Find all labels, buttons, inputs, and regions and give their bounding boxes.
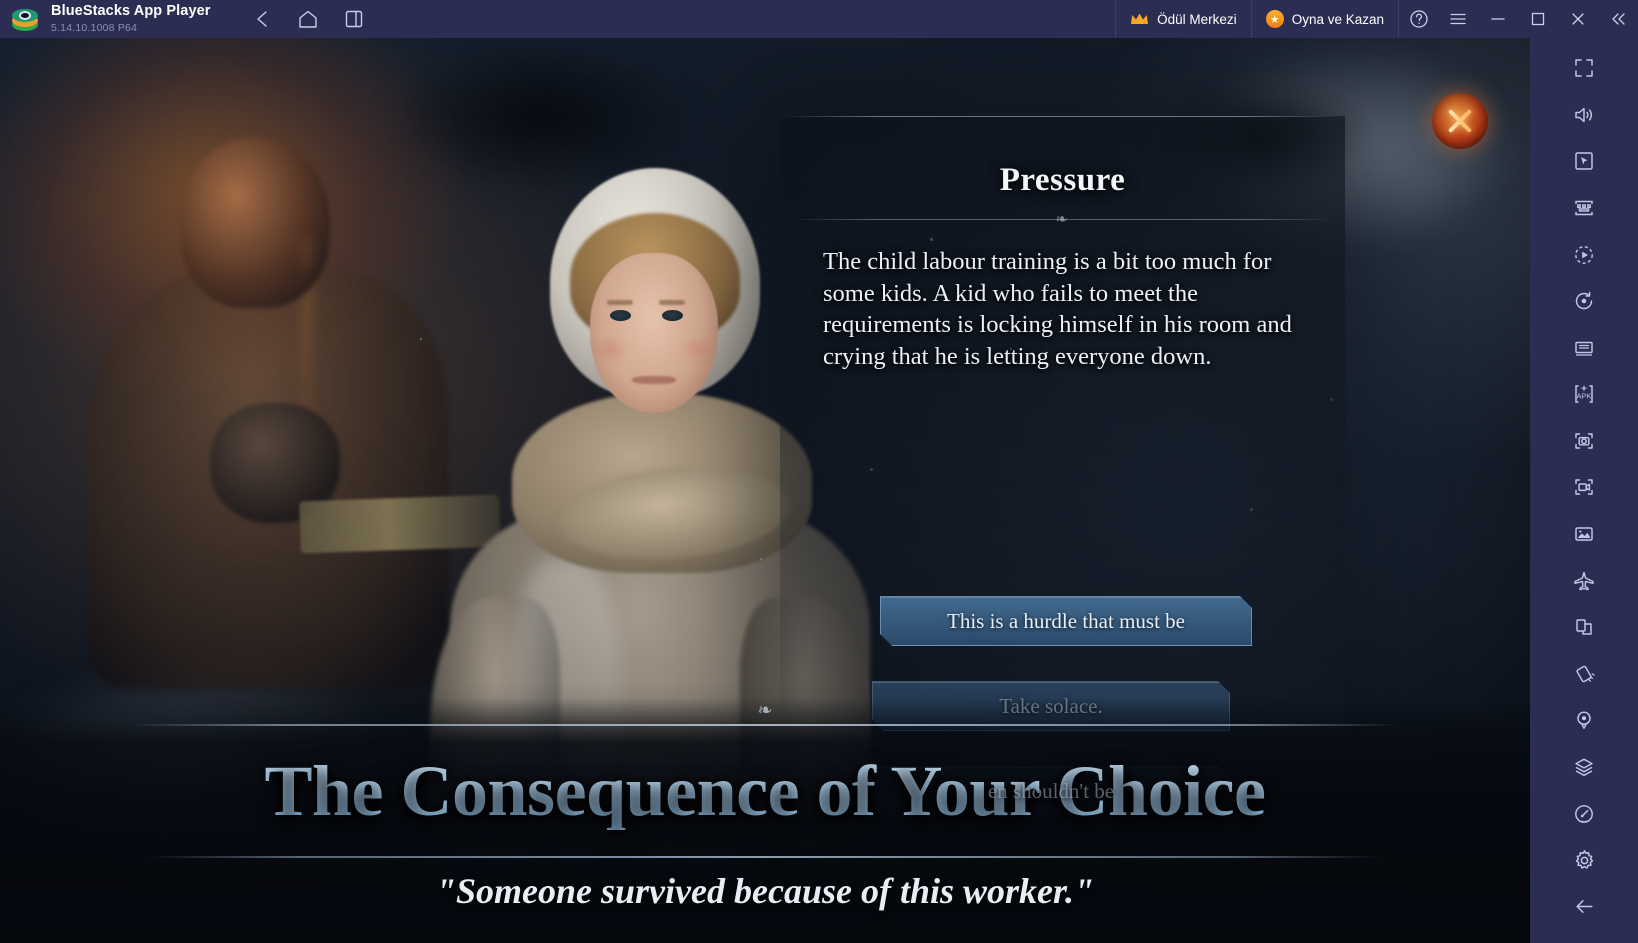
windows-icon [345, 10, 362, 28]
result-ornament-icon: ❧ [757, 700, 773, 720]
divider-ornament-icon: ❧ [1055, 212, 1070, 228]
rotate-record-icon [1575, 291, 1593, 310]
sidebar-item-eco-mode[interactable] [1561, 558, 1607, 603]
choice-option-3-label: en shouldn't be [987, 778, 1115, 803]
rotate-screen-icon [1576, 619, 1592, 635]
collapse-sidebar-button[interactable] [1598, 0, 1638, 38]
double-chevron-left-icon [1612, 13, 1625, 25]
location-pin-icon [1577, 711, 1591, 730]
title-divider: ❧ [792, 212, 1333, 228]
result-bottom-rule [150, 856, 1380, 858]
speedometer-icon [1575, 804, 1593, 823]
camera-icon [1575, 433, 1593, 449]
app-identity: BlueStacks App Player 5.14.10.1008 P64 [51, 3, 211, 34]
sidebar-item-screenshot[interactable] [1561, 419, 1607, 464]
event-title: Pressure [999, 162, 1126, 198]
close-icon [1572, 13, 1584, 25]
app-title: BlueStacks App Player [51, 3, 211, 20]
sidebar-item-multi-instance-manager[interactable] [1561, 325, 1607, 370]
game-viewport[interactable]: Pressure ❧ The child labour training is … [0, 38, 1530, 943]
result-quote: "Someone survived because of this worker… [436, 871, 1094, 911]
sidebar-item-back[interactable] [1561, 884, 1607, 929]
sidebar-item-layers[interactable] [1561, 745, 1607, 790]
maximize-button[interactable] [1518, 0, 1558, 38]
fullscreen-icon [1575, 59, 1593, 78]
back-button[interactable] [247, 4, 277, 34]
sidebar-item-rotate-screen[interactable] [1561, 605, 1607, 650]
gallery-icon [1575, 527, 1593, 541]
event-dialog-panel: Pressure ❧ The child labour training is … [780, 116, 1345, 746]
choice-option-2-label: Take solace. [999, 693, 1103, 718]
video-camera-icon [1575, 479, 1593, 496]
help-circle-icon [1409, 10, 1428, 28]
app-version: 5.14.10.1008 P64 [51, 21, 138, 34]
close-window-button[interactable] [1558, 0, 1598, 38]
svg-text:APK: APK [1576, 392, 1591, 401]
multi-instance-button[interactable] [339, 4, 369, 34]
sidebar-item-macro-recorder[interactable] [1561, 232, 1607, 277]
arrow-left-icon [256, 11, 267, 27]
minimize-icon [1491, 18, 1505, 20]
arrow-left-icon [1575, 900, 1593, 914]
maximize-icon [1531, 12, 1545, 26]
play-and-earn-label: Oyna ve Kazan [1291, 11, 1384, 27]
help-button[interactable] [1398, 0, 1438, 38]
sidebar-item-location[interactable] [1561, 698, 1607, 743]
soldier-figure [60, 118, 480, 688]
result-top-rule [130, 724, 1400, 726]
tools-sidebar: APK [1530, 38, 1638, 943]
home-button[interactable] [293, 4, 323, 34]
play-and-earn-button[interactable]: ★ Oyna ve Kazan [1250, 0, 1398, 38]
sidebar-item-install-apk[interactable]: APK [1561, 372, 1607, 417]
bluestacks-logo-icon [10, 4, 40, 34]
sidebar-item-screen-record[interactable] [1561, 465, 1607, 510]
sidebar-item-trim-memory[interactable] [1561, 791, 1607, 836]
layers-icon [1575, 758, 1593, 776]
sidebar-item-script[interactable] [1561, 279, 1607, 324]
apk-install-icon: APK [1575, 385, 1593, 404]
shake-icon [1576, 665, 1595, 683]
keyboard-icon [1575, 200, 1593, 216]
reward-center-button[interactable]: Ödül Merkezi [1115, 0, 1251, 38]
choice-option-1-label: This is a hurdle that must be [947, 608, 1185, 633]
gear-icon [1575, 849, 1593, 869]
menu-button[interactable] [1438, 0, 1478, 38]
bluestacks-window: BlueStacks App Player 5.14.10.1008 P64 Ö… [0, 0, 1638, 943]
sidebar-item-media-manager[interactable] [1561, 512, 1607, 557]
minimize-button[interactable] [1478, 0, 1518, 38]
crown-icon [1130, 12, 1149, 26]
hamburger-menu-icon [1450, 13, 1466, 25]
sidebar-item-game-controls[interactable] [1561, 186, 1607, 231]
airplane-icon [1574, 571, 1594, 590]
sidebar-item-settings[interactable] [1561, 838, 1607, 883]
title-bar: BlueStacks App Player 5.14.10.1008 P64 Ö… [0, 0, 1638, 38]
result-overlay: ❧ The Consequence of Your Choice "Someon… [0, 698, 1530, 943]
home-icon [298, 10, 317, 28]
play-record-icon [1575, 245, 1593, 264]
reward-center-label: Ödül Merkezi [1157, 11, 1237, 27]
game-close-button[interactable] [1432, 93, 1488, 149]
panel-top-rule [780, 116, 1345, 117]
instance-manager-icon [1575, 341, 1593, 356]
event-body-text: The child labour training is a bit too m… [823, 248, 1292, 370]
sidebar-item-shake[interactable] [1561, 652, 1607, 697]
choice-option-1[interactable]: This is a hurdle that must be [880, 596, 1252, 646]
result-title: The Consequence of Your Choice [0, 752, 1530, 830]
sidebar-item-fullscreen[interactable] [1561, 46, 1607, 91]
nav-buttons [247, 4, 369, 34]
sidebar-item-keymapping[interactable] [1561, 139, 1607, 184]
volume-icon [1575, 107, 1592, 123]
cursor-pointer-icon [1575, 152, 1593, 171]
coin-icon: ★ [1265, 10, 1284, 28]
sidebar-item-volume[interactable] [1561, 93, 1607, 138]
